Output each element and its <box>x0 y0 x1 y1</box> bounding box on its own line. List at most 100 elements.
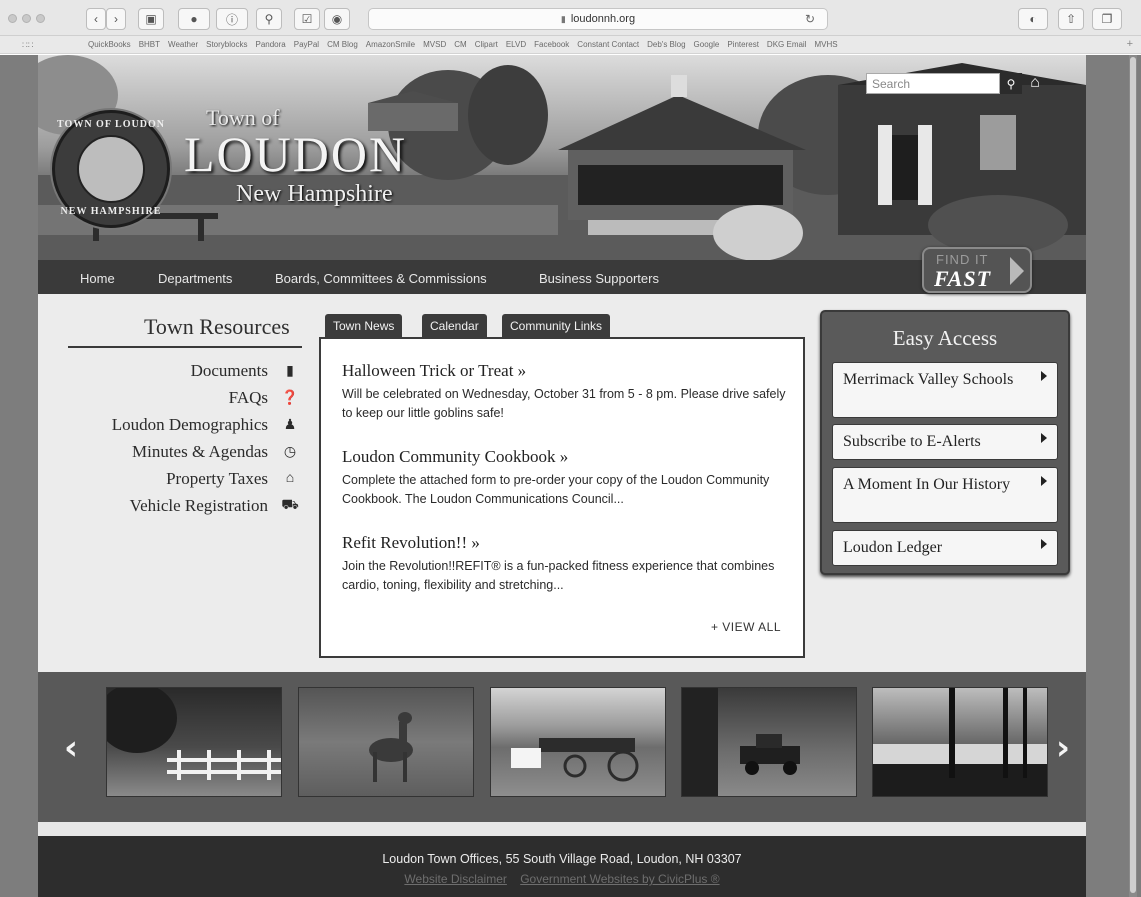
forward-icon[interactable]: › <box>106 8 126 30</box>
back-icon[interactable]: ‹ <box>86 8 106 30</box>
scrollbar-thumb[interactable] <box>1130 57 1136 893</box>
site-container: TOWN OF LOUDON NEW HAMPSHIRE Town of LOU… <box>38 55 1086 897</box>
resource-demographics[interactable]: Loudon Demographics ♟ <box>52 415 302 435</box>
easy-access-item[interactable]: Merrimack Valley Schools <box>832 362 1058 418</box>
resource-documents[interactable]: Documents ▮ <box>52 361 302 381</box>
house-icon: ⌂ <box>285 471 295 486</box>
footer-address: Loudon Town Offices, 55 South Village Ro… <box>382 852 742 866</box>
find-it-label: FIND IT <box>936 252 989 267</box>
car-icon: ⛟ <box>281 498 299 513</box>
easy-access-label: A Moment In Our History <box>843 476 1011 493</box>
carousel-photo-fence[interactable] <box>106 687 282 797</box>
tab-town-news[interactable]: Town News <box>325 314 403 338</box>
bookmark-item[interactable]: Pinterest <box>727 40 759 49</box>
nav-business-supporters[interactable]: Business Supporters <box>539 271 659 286</box>
bookmark-item[interactable]: MVSD <box>423 40 446 49</box>
resource-property-taxes[interactable]: Property Taxes ⌂ <box>52 469 302 489</box>
carousel-photo-wagon[interactable] <box>490 687 666 797</box>
chevron-right-icon[interactable]: › <box>1056 728 1070 768</box>
bookmark-item[interactable]: AmazonSmile <box>366 40 415 49</box>
tabs-icon[interactable]: ❐ <box>1092 8 1122 30</box>
news-item-body: Complete the attached form to pre-order … <box>342 473 770 506</box>
news-item-title[interactable]: Refit Revolution!! » <box>342 533 480 553</box>
resources-list: Documents ▮ FAQs ❓ Loudon Demographics ♟… <box>52 355 302 545</box>
news-item-title[interactable]: Halloween Trick or Treat » <box>342 361 526 381</box>
search-input[interactable]: Search <box>866 73 1000 94</box>
caret-right-icon <box>1041 539 1047 549</box>
chevron-left-icon[interactable]: ‹ <box>64 728 78 768</box>
bookmark-item[interactable]: PayPal <box>294 40 319 49</box>
sidebar-icon[interactable]: ▣ <box>138 8 164 30</box>
bookmark-item[interactable]: BHBT <box>139 40 160 49</box>
divider <box>68 346 302 348</box>
easy-access-item[interactable]: A Moment In Our History <box>832 467 1058 523</box>
view-all-link[interactable]: + VIEW ALL <box>711 620 781 634</box>
grid-icon[interactable]: ∷∷ <box>22 40 33 51</box>
close-window-icon[interactable] <box>8 14 17 23</box>
carousel-photo-deer[interactable] <box>298 687 474 797</box>
plus-icon[interactable]: + <box>1127 38 1133 50</box>
tab-community-links[interactable]: Community Links <box>502 314 611 338</box>
resource-vehicle-registration[interactable]: Vehicle Registration ⛟ <box>52 496 302 516</box>
civicplus-link[interactable]: Government Websites by CivicPlus ® <box>520 872 719 886</box>
home-icon[interactable]: ⌂ <box>1024 71 1046 95</box>
bookmark-item[interactable]: Storyblocks <box>206 40 247 49</box>
website-disclaimer-link[interactable]: Website Disclaimer <box>404 872 506 886</box>
easy-access-panel: Easy Access Merrimack Valley Schools Sub… <box>820 310 1070 575</box>
easy-access-label: Merrimack Valley Schools <box>843 371 1014 388</box>
arrow-right-icon <box>1010 257 1024 285</box>
share-icon[interactable]: ⇧ <box>1058 8 1084 30</box>
caret-right-icon <box>1041 371 1047 381</box>
tab-calendar[interactable]: Calendar <box>422 314 487 338</box>
news-item-title[interactable]: Loudon Community Cookbook » <box>342 447 568 467</box>
town-seal-logo: TOWN OF LOUDON NEW HAMPSHIRE <box>52 110 170 228</box>
easy-access-item[interactable]: Loudon Ledger <box>832 530 1058 566</box>
bookmark-item[interactable]: CM <box>454 40 466 49</box>
resource-faqs[interactable]: FAQs ❓ <box>52 388 302 408</box>
header-banner: TOWN OF LOUDON NEW HAMPSHIRE Town of LOU… <box>38 55 1086 260</box>
bookmark-item[interactable]: MVHS <box>814 40 837 49</box>
minimize-window-icon[interactable] <box>22 14 31 23</box>
address-bar[interactable]: ▮ loudonnh.org ↻ <box>368 8 828 30</box>
seal-top-text: TOWN OF LOUDON <box>57 119 165 130</box>
camera-icon[interactable]: ◉ <box>324 8 350 30</box>
search-icon[interactable]: ⚲ <box>1000 73 1022 94</box>
reload-icon[interactable]: ↻ <box>805 12 815 26</box>
bookmark-item[interactable]: Facebook <box>534 40 569 49</box>
info-icon[interactable]: ⓘ <box>216 8 248 30</box>
easy-access-label: Loudon Ledger <box>843 539 943 556</box>
nav-boards[interactable]: Boards, Committees & Commissions <box>275 271 487 286</box>
resource-label: Property Taxes <box>166 469 268 488</box>
bookmark-item[interactable]: Weather <box>168 40 198 49</box>
carousel-photo-truck[interactable] <box>681 687 857 797</box>
nav-departments[interactable]: Departments <box>158 271 232 286</box>
caret-right-icon <box>1041 433 1047 443</box>
easy-access-item[interactable]: Subscribe to E-Alerts <box>832 424 1058 460</box>
carousel-photo-lake[interactable] <box>872 687 1048 797</box>
question-icon: ❓ <box>281 390 299 406</box>
bookmark-item[interactable]: Clipart <box>475 40 498 49</box>
resource-minutes-agendas[interactable]: Minutes & Agendas ◷ <box>52 442 302 462</box>
checkbox-icon[interactable]: ☑ <box>294 8 320 30</box>
bookmark-item[interactable]: ELVD <box>506 40 526 49</box>
bookmark-item[interactable]: Pandora <box>255 40 285 49</box>
maximize-window-icon[interactable] <box>36 14 45 23</box>
news-panel: Halloween Trick or Treat » Will be celeb… <box>319 337 805 658</box>
bookmark-item[interactable]: Google <box>694 40 720 49</box>
page-viewport: TOWN OF LOUDON NEW HAMPSHIRE Town of LOU… <box>0 55 1141 897</box>
bookmark-item[interactable]: Deb's Blog <box>647 40 685 49</box>
site-footer: Loudon Town Offices, 55 South Village Ro… <box>38 836 1086 897</box>
resource-label: Loudon Demographics <box>111 415 268 434</box>
caret-right-icon <box>1041 476 1047 486</box>
privacy-icon[interactable]: ◐ <box>1018 8 1048 30</box>
bookmark-item[interactable]: Constant Contact <box>577 40 639 49</box>
bookmark-item[interactable]: CM Blog <box>327 40 358 49</box>
seal-bottom-text: NEW HAMPSHIRE <box>60 206 162 217</box>
bookmark-item[interactable]: DKG Email <box>767 40 807 49</box>
bookmark-item[interactable]: QuickBooks <box>88 40 131 49</box>
resource-label: Documents <box>190 361 268 380</box>
nav-home[interactable]: Home <box>80 271 115 286</box>
pinterest-icon[interactable]: ● <box>178 8 210 30</box>
accessibility-icon[interactable]: ⚲ <box>256 8 282 30</box>
find-it-fast-button[interactable]: FIND IT FAST <box>922 247 1032 293</box>
